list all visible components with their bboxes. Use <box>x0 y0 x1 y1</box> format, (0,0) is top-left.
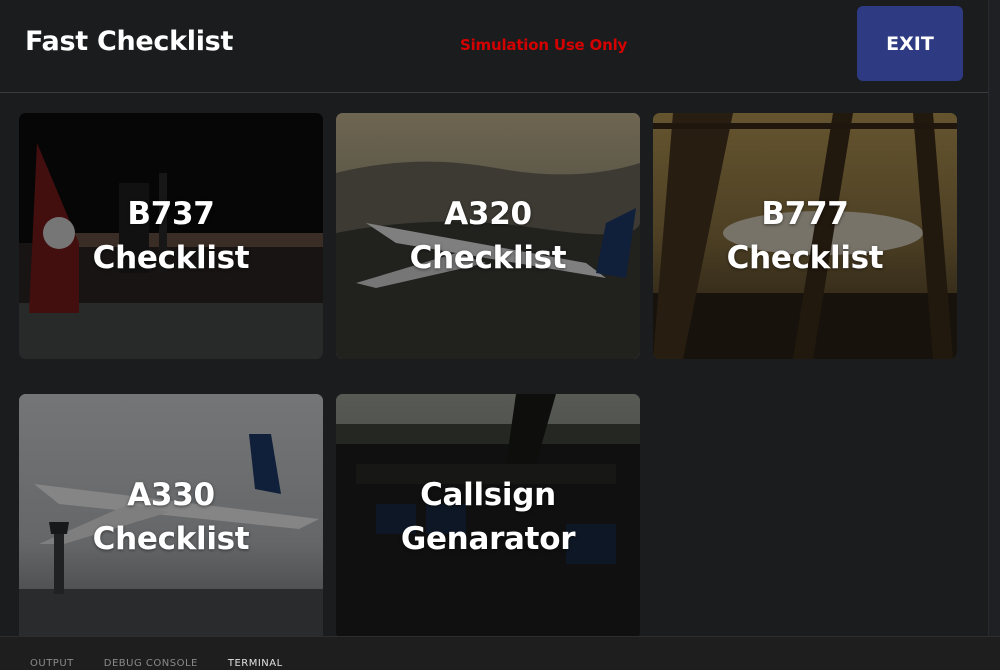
scroll-gutter <box>988 0 1000 636</box>
exit-button[interactable]: EXIT <box>857 6 963 81</box>
panel-tab-terminal[interactable]: TERMINAL <box>228 658 283 669</box>
app-title: Fast Checklist <box>25 26 234 57</box>
panel-tab-debug-console[interactable]: DEBUG CONSOLE <box>104 658 198 669</box>
callsign-generator-card[interactable]: Callsign Genarator <box>336 394 640 640</box>
app-window: Fast Checklist Simulation Use Only EXIT … <box>0 0 988 660</box>
a320-checklist-card[interactable]: A320 Checklist <box>336 113 640 359</box>
b777-checklist-card[interactable]: B777 Checklist <box>653 113 957 359</box>
b737-card-label: B737 Checklist <box>92 196 250 276</box>
b737-checklist-card[interactable]: B737 Checklist <box>19 113 323 359</box>
callsign-card-label: Callsign Genarator <box>400 477 576 557</box>
panel-tab-output[interactable]: OUTPUT <box>30 658 74 669</box>
ide-panel-tabs: OUTPUT DEBUG CONSOLE TERMINAL <box>30 658 283 669</box>
header-bar: Fast Checklist Simulation Use Only EXIT <box>0 0 988 93</box>
a320-card-label: A320 Checklist <box>409 196 567 276</box>
b777-card-label: B777 Checklist <box>726 196 884 276</box>
a330-checklist-card[interactable]: A330 Checklist <box>19 394 323 640</box>
simulation-notice: Simulation Use Only <box>460 36 628 54</box>
a330-card-label: A330 Checklist <box>92 477 250 557</box>
